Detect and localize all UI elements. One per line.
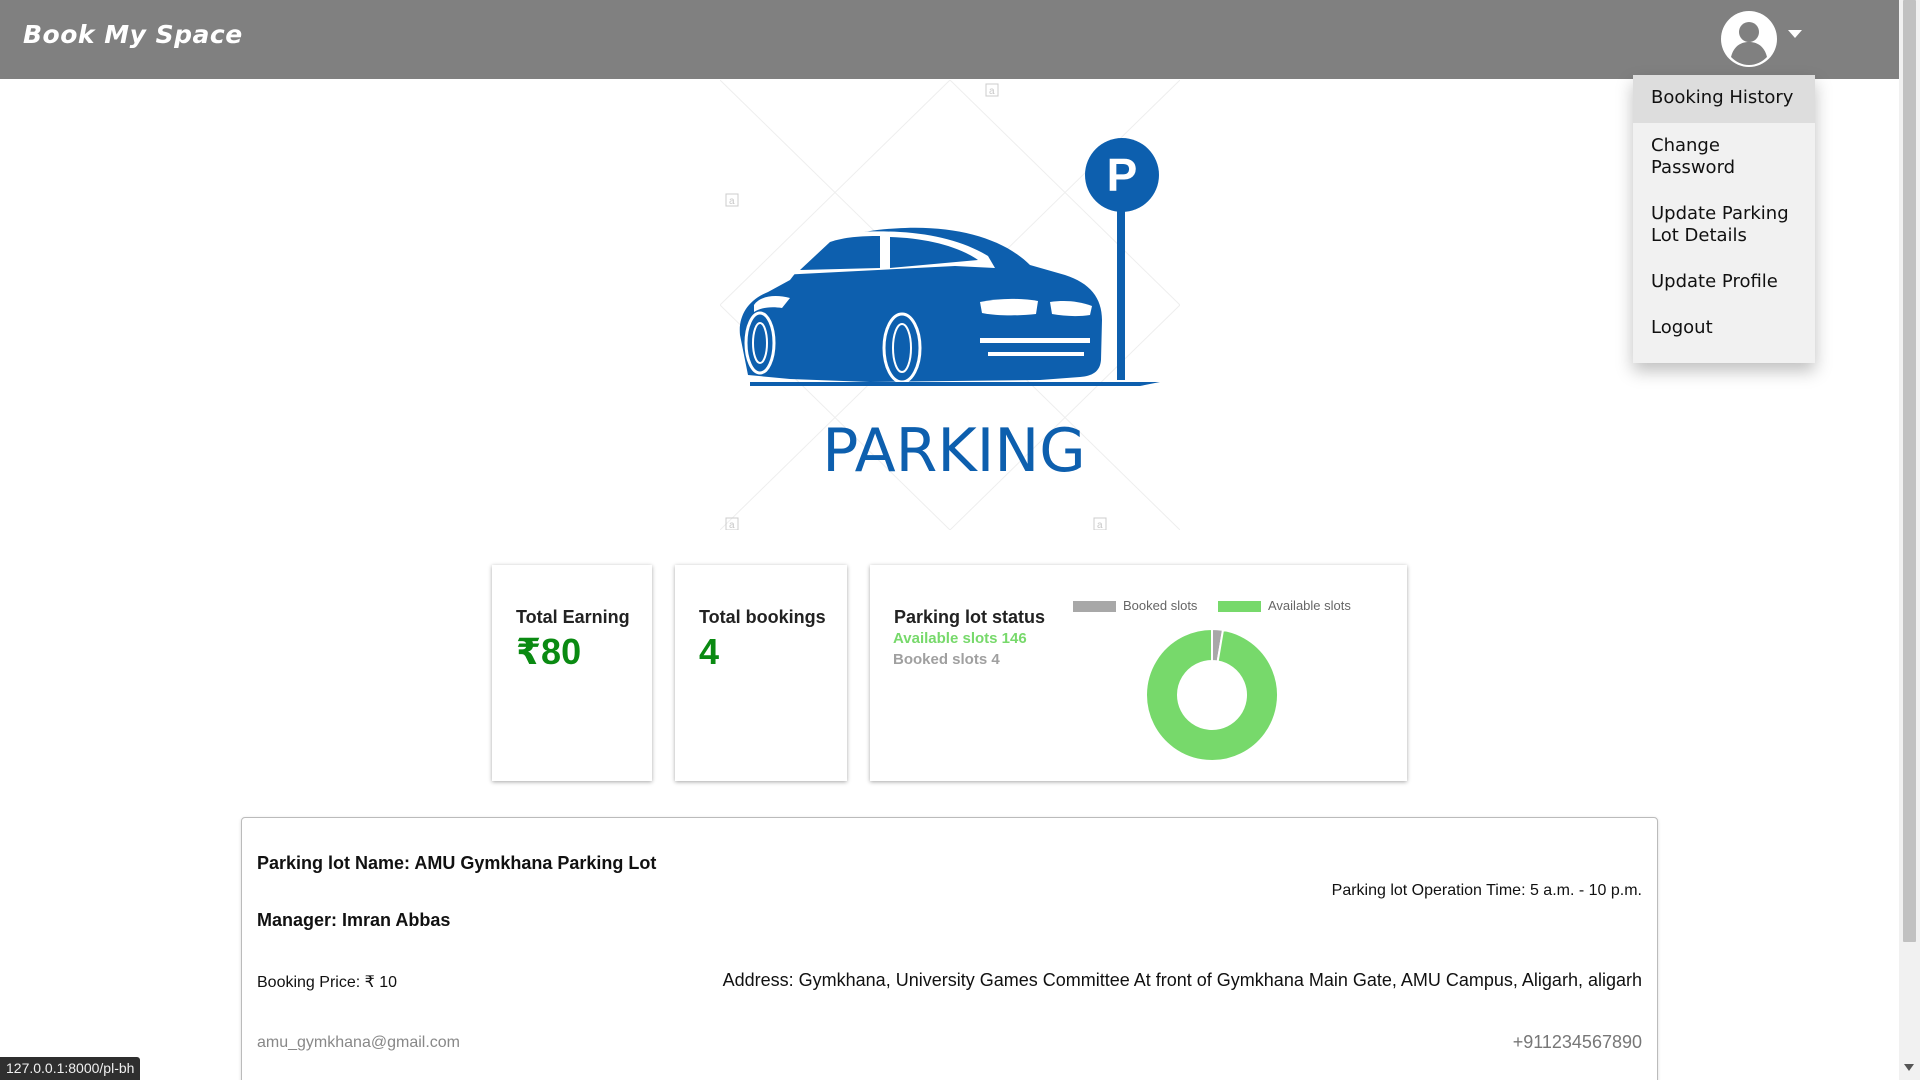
link-status-bar: 127.0.0.1:8000/pl-bh — [0, 1057, 141, 1080]
legend-label-available[interactable]: Available slots — [1268, 598, 1351, 613]
booking-price: Booking Price: ₹ 10 — [257, 974, 398, 991]
legend-label-booked[interactable]: Booked slots — [1123, 598, 1197, 613]
legend-swatch-booked[interactable] — [1073, 601, 1116, 612]
scrollbar-thumb[interactable] — [1903, 0, 1916, 942]
menu-item-booking-history[interactable]: Booking History — [1633, 75, 1815, 123]
parking-status-card: Parking lot status Available slots 146 B… — [870, 565, 1407, 781]
operation-time: Parking lot Operation Time: 5 a.m. - 10 … — [1331, 882, 1642, 899]
menu-item-update-profile[interactable]: Update Profile — [1633, 259, 1815, 305]
user-avatar-icon[interactable] — [1720, 10, 1778, 68]
menu-item-logout[interactable]: Logout — [1633, 305, 1815, 351]
donut-slice-available-slots[interactable] — [1145, 627, 1279, 762]
card-title: Parking lot status — [894, 607, 1046, 627]
address: Address: Gymkhana, University Games Comm… — [722, 970, 1642, 990]
user-dropdown-menu: Booking History Change Password Update P… — [1633, 75, 1815, 363]
total-bookings-value: 4 — [699, 631, 720, 672]
brand-title[interactable]: Book My Space — [23, 20, 243, 49]
parking-lot-details: Parking lot Name: AMU Gymkhana Parking L… — [241, 817, 1658, 1080]
svg-text:a: a — [1097, 520, 1103, 530]
chevron-down-icon[interactable] — [1788, 30, 1802, 38]
svg-text:a: a — [729, 520, 735, 530]
total-earning-value: ₹80 — [516, 631, 582, 672]
parking-hero-image: a a a a P PARKING — [720, 80, 1180, 530]
booked-slots-text: Booked slots 4 — [893, 651, 1000, 668]
total-earning-card: Total Earning ₹80 — [492, 565, 652, 781]
manager-name: Manager: Imran Abbas — [257, 910, 451, 930]
contact-phone: +911234567890 — [1512, 1032, 1642, 1052]
svg-text:a: a — [729, 196, 735, 207]
menu-item-update-parking-lot[interactable]: Update Parking Lot Details — [1633, 191, 1815, 259]
scroll-down-arrow-icon[interactable] — [1904, 1064, 1914, 1071]
contact-email: amu_gymkhana@gmail.com — [257, 1034, 460, 1051]
menu-item-change-password[interactable]: Change Password — [1633, 123, 1815, 191]
legend-swatch-available[interactable] — [1218, 601, 1261, 612]
total-bookings-card: Total bookings 4 — [675, 565, 847, 781]
svg-text:P: P — [1107, 149, 1138, 201]
parking-caption: PARKING — [822, 416, 1086, 486]
card-title: Total Earning — [516, 607, 630, 627]
car-icon — [739, 227, 1160, 386]
navbar: Book My Space — [0, 0, 1899, 79]
slots-donut-chart — [1145, 627, 1279, 762]
parking-lot-name: Parking lot Name: AMU Gymkhana Parking L… — [257, 853, 657, 873]
available-slots-text: Available slots 146 — [893, 630, 1027, 647]
card-title: Total bookings — [699, 607, 826, 627]
svg-text:a: a — [989, 86, 995, 97]
scrollbar[interactable] — [1899, 0, 1920, 1080]
